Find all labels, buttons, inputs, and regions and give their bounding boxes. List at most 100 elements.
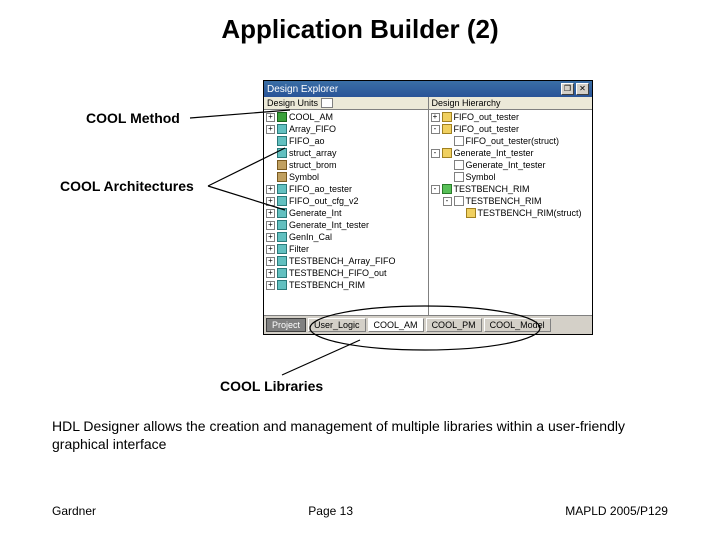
annotation-cool-libraries: COOL Libraries: [220, 378, 323, 394]
library-tab[interactable]: COOL_PM: [426, 318, 482, 332]
tree-toggle-icon[interactable]: +: [266, 125, 275, 134]
sort-icon[interactable]: [321, 98, 333, 108]
tree-item-label: Generate_Int_tester: [466, 160, 546, 170]
footer-conference: MAPLD 2005/P129: [565, 504, 668, 518]
ent-icon: [442, 112, 452, 122]
tree-item-label: Symbol: [289, 172, 319, 182]
tree-toggle-icon[interactable]: +: [266, 281, 275, 290]
arch-icon: [277, 256, 287, 266]
tree-item[interactable]: FIFO_out_tester(struct): [429, 135, 593, 147]
tree-item[interactable]: struct_brom: [264, 159, 428, 171]
tree-item-label: Array_FIFO: [289, 124, 336, 134]
tree-item[interactable]: -Generate_Int_tester: [429, 147, 593, 159]
design-hierarchy-list[interactable]: + FIFO_out_tester-FIFO_out_testerFIFO_out…: [429, 110, 593, 315]
tree-toggle-icon[interactable]: +: [266, 257, 275, 266]
tree-item-label: FIFO_out_tester(struct): [466, 136, 560, 146]
tree-item[interactable]: struct_array: [264, 147, 428, 159]
tree-toggle-icon[interactable]: +: [266, 197, 275, 206]
tree-item[interactable]: -TESTBENCH_RIM: [429, 195, 593, 207]
arch-icon: [277, 244, 287, 254]
panel-header-label: Design Hierarchy: [432, 98, 501, 108]
design-units-header[interactable]: Design Units: [264, 97, 428, 110]
tree-item-label: FIFO_ao: [289, 136, 325, 146]
library-tab[interactable]: User_Logic: [308, 318, 366, 332]
tree-item-label: FIFO_out_tester: [454, 112, 520, 122]
tree-toggle-spacer: [266, 161, 275, 170]
tree-toggle-icon[interactable]: +: [431, 113, 440, 122]
tree-item[interactable]: + FIFO_ao_tester: [264, 183, 428, 195]
titlebar[interactable]: Design Explorer ❐ ✕: [264, 81, 592, 97]
arch-icon: [277, 148, 287, 158]
tree-toggle-icon[interactable]: +: [266, 233, 275, 242]
tree-toggle-spacer: [443, 161, 452, 170]
tree-toggle-icon[interactable]: +: [266, 269, 275, 278]
tree-item[interactable]: TESTBENCH_RIM(struct): [429, 207, 593, 219]
tb-icon: [442, 184, 452, 194]
tree-toggle-icon[interactable]: +: [266, 221, 275, 230]
description-text: HDL Designer allows the creation and man…: [52, 418, 668, 453]
tree-item[interactable]: + FIFO_out_cfg_v2: [264, 195, 428, 207]
arch2-icon: [277, 172, 287, 182]
tree-item-label: struct_brom: [289, 160, 337, 170]
tree-toggle-spacer: [266, 173, 275, 182]
design-explorer-window: Design Explorer ❐ ✕ Design Units + COOL_A…: [263, 80, 593, 335]
tree-item[interactable]: +TESTBENCH_RIM: [264, 279, 428, 291]
footer: Gardner Page 13 MAPLD 2005/P129: [52, 504, 668, 518]
tree-item[interactable]: Symbol: [264, 171, 428, 183]
folder-icon: [454, 136, 464, 146]
tree-item[interactable]: +TESTBENCH_FIFO_out: [264, 267, 428, 279]
close-button[interactable]: ✕: [576, 83, 589, 95]
tree-toggle-icon[interactable]: -: [431, 125, 440, 134]
tree-toggle-icon[interactable]: -: [431, 149, 440, 158]
library-tabs-bar: ProjectUser_LogicCOOL_AMCOOL_PMCOOL_Mode…: [264, 315, 592, 334]
panel-header-label: Design Units: [267, 98, 318, 108]
arch-icon: [277, 208, 287, 218]
arch-icon: [277, 220, 287, 230]
library-tab[interactable]: COOL_Model: [484, 318, 551, 332]
tree-item-label: struct_array: [289, 148, 337, 158]
design-units-panel: Design Units + COOL_AM + Array_FIFO FIFO_aos…: [264, 97, 429, 315]
tree-toggle-spacer: [443, 173, 452, 182]
tree-item[interactable]: Symbol: [429, 171, 593, 183]
design-hierarchy-header[interactable]: Design Hierarchy: [429, 97, 593, 110]
tree-item-label: FIFO_ao_tester: [289, 184, 352, 194]
tree-item[interactable]: + FIFO_out_tester: [429, 111, 593, 123]
tree-item[interactable]: Generate_Int_tester: [429, 159, 593, 171]
library-tab[interactable]: Project: [266, 318, 306, 332]
tree-toggle-icon[interactable]: +: [266, 245, 275, 254]
tree-item-label: COOL_AM: [289, 112, 333, 122]
tree-item-label: FIFO_out_cfg_v2: [289, 196, 359, 206]
arch-icon: [277, 136, 287, 146]
arch-icon: [277, 124, 287, 134]
tree-item[interactable]: + GenIn_Cal: [264, 231, 428, 243]
tree-item[interactable]: +Generate_Int_tester: [264, 219, 428, 231]
ent-icon: [442, 124, 452, 134]
tree-item[interactable]: -FIFO_out_tester: [429, 123, 593, 135]
arch-icon: [277, 268, 287, 278]
tree-item[interactable]: + Array_FIFO: [264, 123, 428, 135]
tree-toggle-icon[interactable]: +: [266, 185, 275, 194]
library-tab[interactable]: COOL_AM: [368, 318, 424, 332]
ent-icon: [442, 148, 452, 158]
tree-item-label: GenIn_Cal: [289, 232, 332, 242]
tree-item[interactable]: +TESTBENCH_Array_FIFO: [264, 255, 428, 267]
design-units-list[interactable]: + COOL_AM + Array_FIFO FIFO_ao struct_arrayst…: [264, 110, 428, 315]
restore-button[interactable]: ❐: [561, 83, 574, 95]
tree-item[interactable]: +Generate_Int: [264, 207, 428, 219]
tree-toggle-icon[interactable]: -: [431, 185, 440, 194]
tree-item-label: Filter: [289, 244, 309, 254]
method-icon: [277, 112, 287, 122]
tree-item[interactable]: + COOL_AM: [264, 111, 428, 123]
tree-item[interactable]: FIFO_ao: [264, 135, 428, 147]
tree-toggle-icon[interactable]: +: [266, 113, 275, 122]
tree-toggle-icon[interactable]: -: [443, 197, 452, 206]
tree-item-label: Symbol: [466, 172, 496, 182]
folder-icon: [454, 196, 464, 206]
arch-icon: [277, 280, 287, 290]
slide-title: Application Builder (2): [0, 14, 720, 45]
tree-item[interactable]: + Filter: [264, 243, 428, 255]
tree-item[interactable]: -TESTBENCH_RIM: [429, 183, 593, 195]
tree-toggle-icon[interactable]: +: [266, 209, 275, 218]
tree-toggle-spacer: [455, 209, 464, 218]
arch-icon: [277, 232, 287, 242]
